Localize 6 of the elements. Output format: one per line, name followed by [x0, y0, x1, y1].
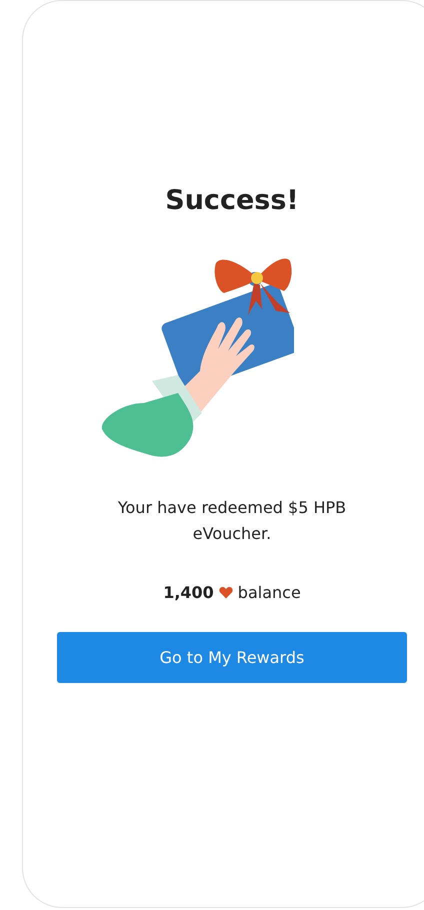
go-to-rewards-button[interactable]: Go to My Rewards — [57, 632, 407, 683]
balance-label: balance — [238, 583, 301, 602]
points-amount: 1,400 — [163, 583, 214, 602]
heart-icon — [218, 586, 233, 599]
redeemed-message: Your have redeemed $5 HPB eVoucher. — [116, 497, 348, 545]
success-title: Success! — [165, 184, 299, 218]
